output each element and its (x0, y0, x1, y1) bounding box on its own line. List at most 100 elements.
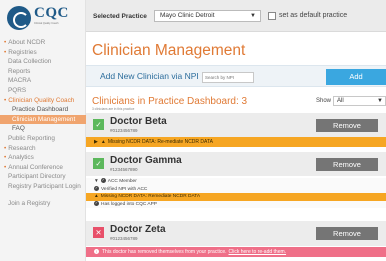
sidebar-item-pqrs[interactable]: PQRS (0, 86, 86, 96)
add-clinician-label: Add New Clinician via NPI (100, 71, 199, 81)
npi-search-input[interactable] (202, 72, 254, 83)
sidebar-item-label: Annual Conference (8, 163, 63, 171)
warning-row[interactable]: ▶ ▲ Missing NCDR DATA: Re-mediate NCDR DAT… (86, 137, 386, 147)
sidebar-item-label: Registries (8, 48, 37, 56)
sidebar-item-label: Public Reporting (8, 134, 55, 142)
sidebar-item-label: MACRA (8, 77, 32, 85)
sidebar-item-label: About NCDR (8, 39, 46, 46)
sidebar-item-registry-participant-login[interactable]: Registry Participant Login (0, 182, 86, 199)
detail-text: ACC Member (107, 179, 137, 184)
warning-text: Missing NCDR DATA: Re-mediate NCDR DATA (107, 139, 214, 145)
selected-practice-label: Selected Practice (93, 13, 147, 20)
show-filter-dropdown[interactable]: All ▼ (333, 96, 386, 106)
gear-icon: ✓ (100, 178, 106, 184)
doctor-npi: #0123456789 (110, 128, 138, 133)
add-clinician-bar: Add New Clinician via NPI Add (86, 65, 386, 87)
sidebar-item-clinician-management[interactable]: Clinician Management (0, 114, 86, 125)
close-icon: ✕ (93, 227, 104, 238)
show-filter-label: Show (316, 98, 332, 104)
add-button[interactable]: Add (326, 69, 386, 85)
doctor-card: ✓ Doctor Gamma #1234567890 Remove (86, 152, 386, 176)
sidebar-item-label: Clinician Management (12, 115, 76, 123)
bullet-icon: • (4, 39, 7, 46)
chevron-down-icon: ▼ (250, 13, 256, 19)
check-icon: ✓ (93, 119, 104, 130)
practice-dropdown[interactable]: Mayo Clinic Detroit ▼ (154, 10, 261, 22)
logo-text: CQC (34, 5, 69, 21)
bullet-icon: • (4, 96, 7, 104)
sidebar-item-label: PQRS (8, 86, 27, 94)
sidebar-item-label: Practice Dashboard (12, 106, 69, 114)
detail-acc-member: ▼ ✓ ACC Member (86, 178, 386, 186)
doctor-name: Doctor Beta (110, 116, 167, 127)
sidebar: CQC Clinical Quality Coach • About NCDR • R… (0, 0, 86, 261)
sidebar-item-label: Clinician Quality Coach (8, 96, 75, 104)
cqc-logo[interactable]: CQC Clinical Quality Coach (6, 5, 82, 31)
detail-text: Verified NPI with ACC (101, 186, 148, 192)
cqc-logo-icon (7, 6, 31, 30)
detail-missing-data[interactable]: ▲ Missing NCDR DATA: Remediate NCDR DATA (86, 193, 386, 201)
remove-button[interactable]: Remove (316, 227, 378, 240)
detail-text: Missing NCDR DATA: Remediate NCDR DATA (100, 194, 201, 199)
removed-notice-row: ! This doctor has removed themselves from… (86, 247, 386, 257)
warning-icon: ▲ (100, 139, 106, 145)
remove-button[interactable]: Remove (316, 158, 378, 171)
sidebar-item-macra[interactable]: MACRA (0, 76, 86, 86)
check-icon: ✓ (93, 158, 104, 169)
dashboard-subtitle: 3 clinicians are in this practice (92, 107, 135, 111)
doctor-card: ✕ Doctor Zeta #0123456789 Remove (86, 221, 386, 246)
sidebar-item-about-ncdr[interactable]: • About NCDR (0, 38, 86, 48)
bullet-icon: • (4, 144, 7, 152)
sidebar-item-faq[interactable]: FAQ (0, 124, 86, 134)
sidebar-item-label: Registry Participant Login (8, 182, 81, 190)
doctor-name: Doctor Gamma (110, 155, 182, 166)
practice-bar: Selected Practice Mayo Clinic Detroit ▼ … (86, 0, 386, 32)
doctor-npi: #1234567890 (110, 167, 138, 172)
bullet-icon: • (4, 154, 7, 162)
bullet-icon: • (4, 48, 7, 56)
re-add-link[interactable]: Click here to re-add them. (229, 249, 287, 255)
sidebar-item-label: Analytics (8, 154, 34, 162)
doctor-details: ▼ ✓ ACC Member ✓ Verified NPI with ACC ▲ Mis… (86, 178, 386, 208)
sidebar-item-join-a-registry[interactable]: Join a Registry (0, 199, 86, 209)
doctor-name: Doctor Zeta (110, 224, 166, 235)
sidebar-item-label: Reports (8, 67, 31, 75)
default-practice-label: set as default practice (279, 12, 348, 19)
warning-icon: ▲ (94, 194, 99, 199)
chevron-down-icon: ▼ (377, 98, 383, 104)
sidebar-item-registries[interactable]: • Registries (0, 48, 86, 58)
sidebar-item-participant-directory[interactable]: Participant Directory (0, 172, 86, 182)
sidebar-item-research[interactable]: • Research (0, 144, 86, 154)
check-circle-icon: ✓ (94, 200, 99, 206)
info-icon: ! (94, 249, 99, 255)
show-filter-value: All (337, 98, 344, 104)
dashboard-title: Clinicians in Practice Dashboard: 3 (92, 96, 248, 107)
sidebar-item-label: FAQ (12, 125, 25, 133)
removed-notice-text: This doctor has removed themselves from … (102, 249, 227, 255)
detail-text: Has logged into CQC APP (101, 201, 157, 207)
sidebar-item-clinician-quality-coach[interactable]: • Clinician Quality Coach (0, 96, 86, 106)
sidebar-item-reports[interactable]: Reports (0, 67, 86, 77)
doctor-npi: #0123456789 (110, 236, 138, 241)
sidebar-item-label: Data Collection (8, 58, 52, 66)
sidebar-item-public-reporting[interactable]: Public Reporting (0, 134, 86, 144)
default-practice-checkbox[interactable] (268, 12, 276, 20)
sidebar-nav: • About NCDR • Registries Data Collection Rep… (0, 38, 86, 209)
sidebar-item-analytics[interactable]: • Analytics (0, 153, 86, 163)
sidebar-item-label: Join a Registry (8, 199, 51, 207)
sidebar-item-annual-conference[interactable]: • Annual Conference (0, 163, 86, 173)
doctor-card: ✓ Doctor Beta #0123456789 Remove (86, 113, 386, 137)
bullet-icon: • (4, 163, 7, 171)
remove-button[interactable]: Remove (316, 119, 378, 132)
sidebar-item-data-collection[interactable]: Data Collection (0, 57, 86, 67)
page-title: Clinician Management (92, 42, 246, 59)
sidebar-item-practice-dashboard[interactable]: Practice Dashboard (0, 105, 86, 115)
practice-dropdown-value: Mayo Clinic Detroit (160, 12, 215, 19)
check-circle-icon: ✓ (94, 185, 99, 191)
sidebar-item-label: Participant Directory (8, 173, 66, 181)
collapse-arrow-icon[interactable]: ▼ (94, 179, 99, 184)
detail-verified-npi: ✓ Verified NPI with ACC (86, 185, 386, 194)
sidebar-item-label: Research (8, 144, 36, 152)
expand-arrow-icon[interactable]: ▶ (94, 139, 98, 145)
logo-subtitle: Clinical Quality Coach (34, 22, 59, 25)
